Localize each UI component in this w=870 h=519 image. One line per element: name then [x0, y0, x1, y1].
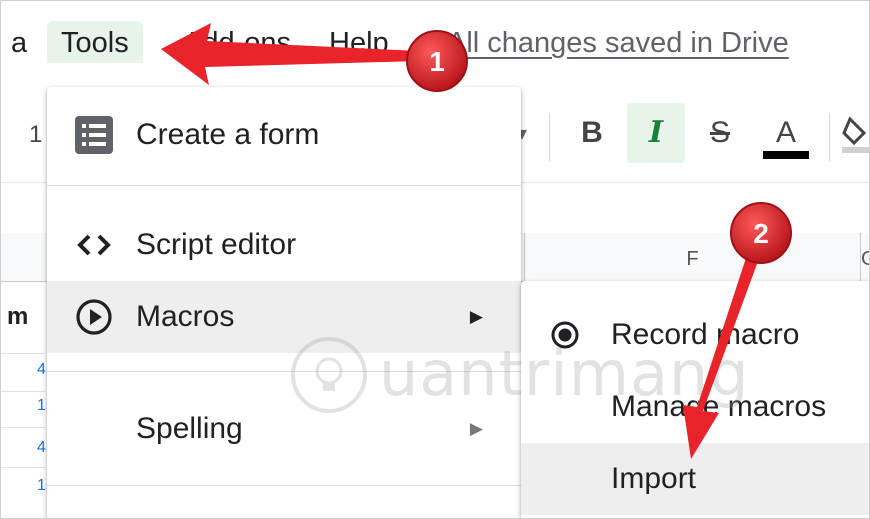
submenu-arrow-icon: ▶ — [469, 307, 483, 326]
menu-tools[interactable]: Tools — [47, 21, 143, 63]
menu-item-label: Script editor — [136, 228, 297, 261]
submenu-item-manage-macros[interactable]: Manage macros — [521, 371, 869, 443]
grid-rows-partial: m 4 1 4 1 — [1, 281, 46, 518]
submenu-arrow-icon: ▶ — [469, 419, 483, 438]
menu-divider — [47, 185, 521, 186]
code-icon — [73, 224, 115, 266]
menu-addons[interactable]: Add-ons — [183, 25, 291, 61]
row-divider — [1, 391, 45, 392]
menu-help[interactable]: Help — [329, 25, 389, 61]
menu-divider — [47, 371, 521, 372]
zoom-select-partial[interactable]: 1 — [29, 121, 42, 149]
row-divider — [1, 353, 45, 354]
bold-button[interactable]: B — [563, 103, 621, 163]
column-header-g[interactable]: G — [861, 233, 869, 285]
menu-bar: a Tools Add-ons Help All changes saved i… — [1, 1, 869, 87]
radio-record-icon — [551, 321, 579, 349]
submenu-item-import[interactable]: Import — [521, 443, 869, 515]
menu-item-macros[interactable]: Macros ▶ — [47, 281, 521, 353]
row-divider — [1, 427, 45, 428]
fill-color-icon[interactable] — [839, 103, 869, 163]
cell-value[interactable]: 4 — [37, 439, 46, 457]
row-header-cell[interactable]: m — [7, 303, 28, 331]
menu-divider — [47, 485, 521, 486]
submenu-item-label: Manage macros — [611, 390, 827, 423]
italic-button[interactable]: I — [627, 103, 685, 163]
play-circle-icon — [73, 296, 115, 338]
strikethrough-button[interactable]: S — [691, 103, 749, 163]
toolbar-divider — [829, 113, 830, 161]
menu-item-label: Macros — [136, 300, 235, 333]
cell-value[interactable]: 4 — [37, 361, 46, 379]
cell-value[interactable]: 1 — [37, 397, 46, 415]
tools-menu: Create a form Script editor Macros ▶ Spe… — [47, 87, 521, 518]
menu-item-label: Spelling — [136, 412, 243, 445]
form-icon — [73, 114, 115, 156]
cell-value[interactable]: 1 — [37, 477, 46, 495]
menu-item-label: Create a form — [136, 118, 320, 151]
toolbar-divider — [549, 113, 550, 161]
menu-item-create-form[interactable]: Create a form — [47, 99, 521, 171]
column-header-f[interactable]: F — [524, 233, 861, 281]
text-color-swatch — [763, 151, 809, 159]
menu-item-script-editor[interactable]: Script editor — [47, 209, 521, 281]
menu-item-spelling[interactable]: Spelling ▶ — [47, 393, 521, 465]
menu-data-partial[interactable]: a — [11, 25, 27, 61]
submenu-item-record-macro[interactable]: Record macro — [521, 299, 869, 371]
submenu-item-label: Record macro — [611, 318, 800, 351]
macros-submenu: Record macro Manage macros Import — [521, 281, 869, 518]
submenu-item-label: Import — [611, 462, 697, 495]
sheets-window: a Tools Add-ons Help All changes saved i… — [0, 0, 870, 519]
row-divider — [1, 467, 45, 468]
save-status-link[interactable]: All changes saved in Drive — [447, 25, 789, 61]
